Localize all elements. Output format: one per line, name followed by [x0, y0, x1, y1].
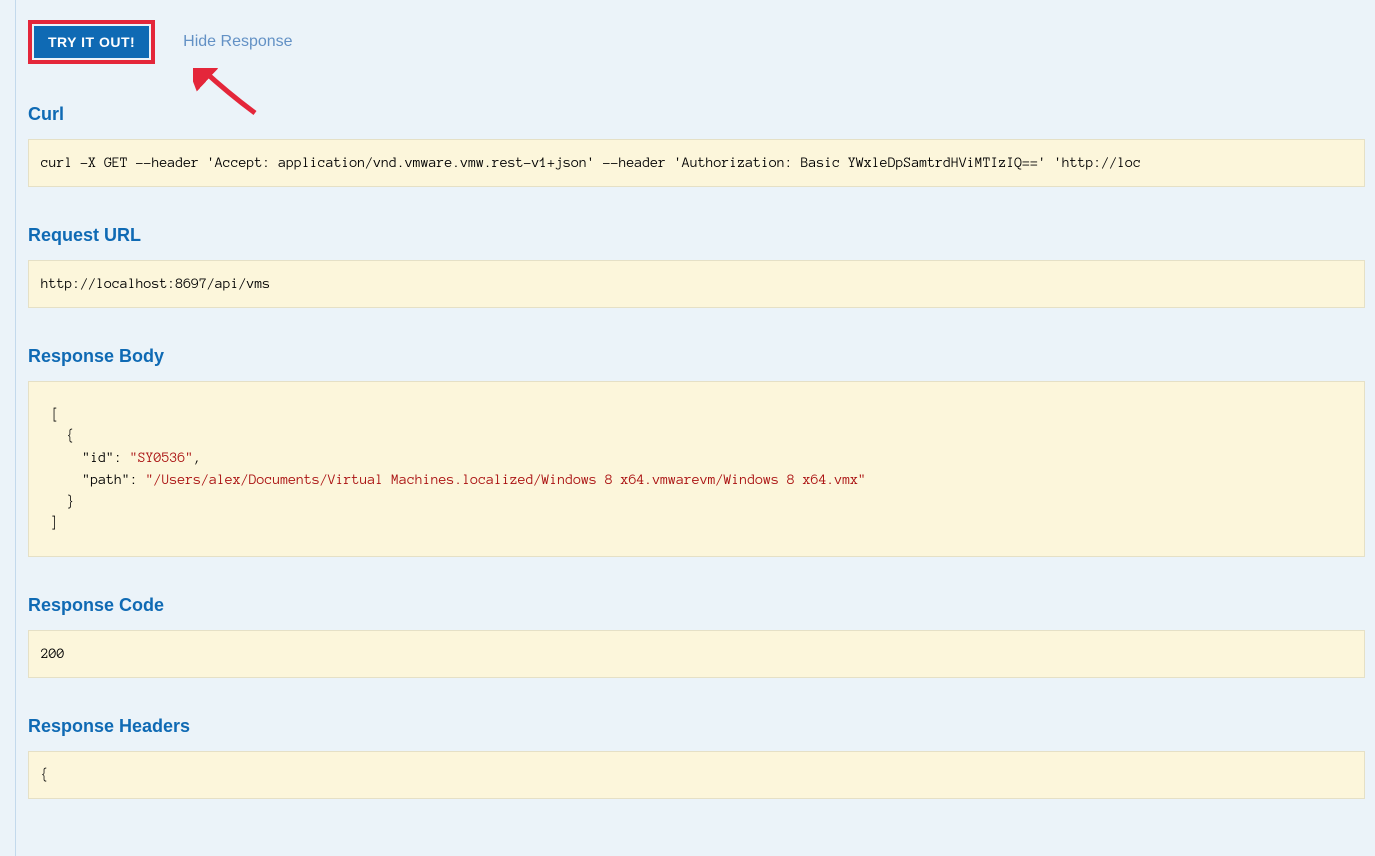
curl-heading: Curl	[28, 104, 1365, 125]
json-text: "SY0536"	[130, 450, 193, 465]
request-url-section: Request URL http://localhost:8697/api/vm…	[28, 225, 1365, 308]
response-code-output: 200	[28, 630, 1365, 678]
json-text: {	[51, 428, 75, 443]
action-row: TRY IT OUT! Hide Response	[28, 20, 1365, 64]
response-headers-output: {	[28, 751, 1365, 799]
json-text: }	[51, 494, 75, 509]
response-code-heading: Response Code	[28, 595, 1365, 616]
try-button-highlight-box: TRY IT OUT!	[28, 20, 155, 64]
curl-output: curl -X GET --header 'Accept: applicatio…	[28, 139, 1365, 187]
curl-section: Curl curl -X GET --header 'Accept: appli…	[28, 104, 1365, 187]
response-body-heading: Response Body	[28, 346, 1365, 367]
json-text: "path":	[51, 472, 146, 487]
response-code-section: Response Code 200	[28, 595, 1365, 678]
response-headers-section: Response Headers {	[28, 716, 1365, 799]
json-text: "/Users/alex/Documents/Virtual Machines.…	[146, 472, 866, 487]
try-it-out-button[interactable]: TRY IT OUT!	[34, 26, 149, 58]
json-text: [	[51, 407, 59, 422]
request-url-output: http://localhost:8697/api/vms	[28, 260, 1365, 308]
response-headers-heading: Response Headers	[28, 716, 1365, 737]
hide-response-link[interactable]: Hide Response	[183, 33, 292, 51]
response-body-output: [ { "id": "SY0536", "path": "/Users/alex…	[28, 381, 1365, 558]
api-response-panel: TRY IT OUT! Hide Response Curl curl -X G…	[15, 0, 1375, 856]
response-body-section: Response Body [ { "id": "SY0536", "path"…	[28, 346, 1365, 558]
request-url-heading: Request URL	[28, 225, 1365, 246]
json-text: ,	[193, 450, 201, 465]
json-text: ]	[51, 515, 59, 530]
json-text: "id":	[51, 450, 130, 465]
